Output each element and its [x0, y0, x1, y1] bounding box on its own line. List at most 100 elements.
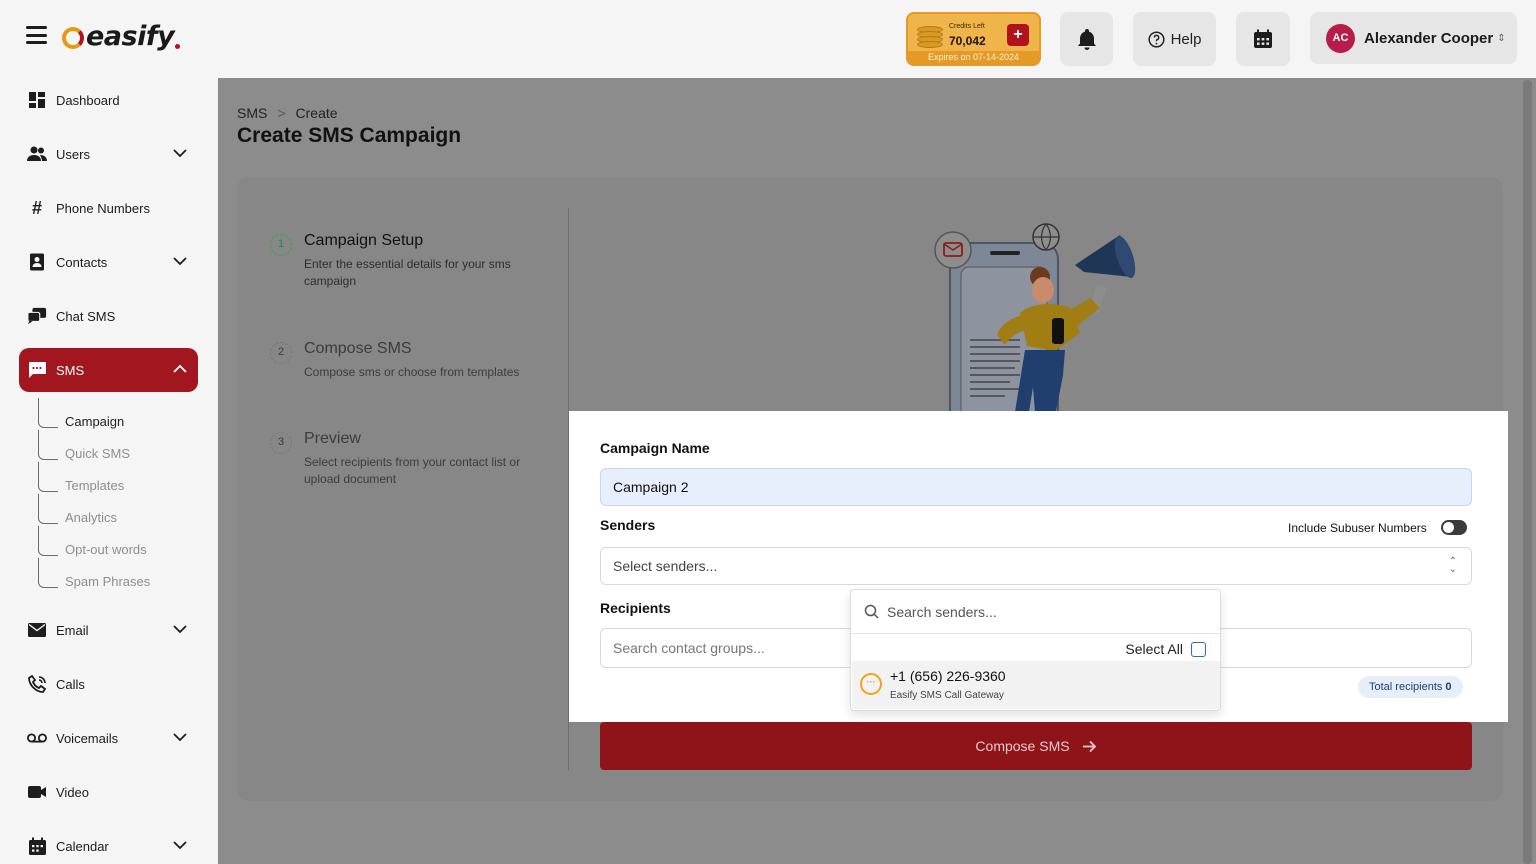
sidebar-item-label: Users: [56, 146, 90, 162]
page-scrollbar[interactable]: [1523, 80, 1532, 864]
updown-chevron-icon: ⇕: [1497, 32, 1506, 44]
search-icon: [864, 604, 879, 619]
sidebar-item-label: Email: [56, 622, 89, 638]
megaphone-illustration: [934, 223, 1136, 437]
help-button[interactable]: Help: [1133, 12, 1216, 66]
chevron-down-icon: [173, 625, 187, 634]
menu-icon[interactable]: [26, 26, 47, 44]
sidebar-item-video[interactable]: Video: [19, 770, 198, 814]
step-campaign-setup[interactable]: 1 Campaign Setup Enter the essential det…: [270, 232, 560, 290]
tree-connector: [38, 558, 58, 588]
chevron-down-icon: [173, 257, 187, 266]
tree-connector: [38, 430, 58, 460]
senders-select[interactable]: Select senders... ⌃ ⌄: [600, 547, 1472, 585]
credits-value: 70,042: [949, 34, 986, 48]
tree-connector: [38, 494, 58, 524]
senders-search-placeholder: Search senders...: [887, 603, 997, 620]
sidebar-item-dashboard[interactable]: Dashboard: [19, 78, 198, 122]
sidebar-item-voicemails[interactable]: Voicemails: [19, 716, 198, 760]
notifications-button[interactable]: [1060, 12, 1113, 66]
sidebar-item-contacts[interactable]: Contacts: [19, 240, 198, 284]
compose-sms-button[interactable]: Compose SMS: [600, 722, 1472, 770]
credits-widget[interactable]: Credits Left 70,042 + Expires on 07-14-2…: [906, 12, 1041, 66]
step-title: Campaign Setup: [304, 232, 424, 249]
add-credits-button[interactable]: +: [1007, 24, 1029, 46]
hash-icon: #: [31, 197, 42, 218]
sidebar-subitem-opt-out-words[interactable]: Opt-out words: [65, 542, 147, 557]
step-number: 3: [270, 432, 292, 454]
sidebar-item-sms[interactable]: SMS: [19, 348, 198, 392]
sender-gateway: Easify SMS Call Gateway: [890, 690, 1004, 701]
sidebar-item-label: Video: [56, 784, 90, 800]
chat-icon: [27, 306, 47, 326]
include-subuser-label: Include Subuser Numbers: [1288, 521, 1427, 535]
credits-label: Credits Left: [949, 23, 985, 30]
sidebar-item-calendar[interactable]: Calendar: [19, 824, 198, 864]
compose-sms-label: Compose SMS: [975, 738, 1070, 754]
step-description: Enter the essential details for your sms…: [304, 257, 511, 288]
select-all-checkbox[interactable]: [1191, 641, 1206, 657]
chevron-down-icon: [173, 733, 187, 742]
sidebar-item-label: SMS: [56, 362, 85, 378]
sidebar-subitem-templates[interactable]: Templates: [65, 478, 124, 493]
step-number: 1: [270, 234, 292, 256]
senders-label: Senders: [600, 517, 656, 533]
breadcrumb-create: Create: [295, 105, 338, 121]
logo-mark-icon: [62, 27, 84, 49]
step-compose-sms[interactable]: 2 Compose SMS Compose sms or choose from…: [270, 340, 560, 381]
breadcrumb: SMS > Create: [237, 105, 338, 121]
sender-option[interactable]: ··· +1 (656) 226-9360 Easify SMS Call Ga…: [852, 661, 1220, 709]
recipients-placeholder: Search contact groups...: [613, 640, 765, 656]
updown-chevron-icon: ⌃ ⌄: [1448, 556, 1457, 575]
tree-connector: [38, 462, 58, 492]
credits-expiry: Expires on 07-14-2024: [908, 51, 1039, 64]
total-recipients-badge: Total recipients 0: [1358, 676, 1463, 698]
sidebar-item-phone-numbers[interactable]: # Phone Numbers: [19, 186, 198, 230]
sidebar-item-users[interactable]: Users: [19, 132, 198, 176]
logo[interactable]: easify: [62, 18, 181, 54]
sidebar-item-label: Chat SMS: [56, 308, 116, 324]
total-recipients-label: Total recipients: [1369, 681, 1443, 693]
sidebar-subitem-quick-sms[interactable]: Quick SMS: [65, 446, 130, 461]
coins-icon: [917, 26, 945, 48]
phone-icon: [27, 674, 47, 694]
step-description: Compose sms or choose from templates: [304, 365, 520, 379]
avatar: AC: [1326, 23, 1355, 53]
senders-dropdown: Search senders... Select All ··· +1 (656…: [850, 589, 1221, 711]
logo-dot: [175, 43, 181, 49]
sidebar-item-chat-sms[interactable]: Chat SMS: [19, 294, 198, 338]
bell-icon: [1077, 29, 1096, 50]
campaign-name-input[interactable]: Campaign 2: [600, 468, 1472, 506]
sidebar-subitem-analytics[interactable]: Analytics: [65, 510, 117, 525]
sidebar-subitem-campaign[interactable]: Campaign: [65, 414, 124, 429]
email-icon: [27, 620, 47, 640]
calendar-icon: [27, 836, 47, 856]
senders-search-input[interactable]: Search senders...: [851, 590, 1220, 634]
contacts-icon: [27, 252, 47, 272]
step-title: Preview: [304, 430, 361, 447]
user-name: Alexander Cooper: [1364, 29, 1494, 47]
user-menu-button[interactable]: AC Alexander Cooper ⇕: [1310, 12, 1517, 64]
logo-text: easify: [86, 20, 175, 52]
sidebar-item-label: Calls: [56, 676, 85, 692]
sender-number: +1 (656) 226-9360: [890, 668, 1006, 684]
calendar-button[interactable]: [1236, 12, 1290, 66]
top-bar: easify Credits Left 70,042 + Expires on …: [0, 0, 1536, 78]
sidebar-item-label: Phone Numbers: [56, 200, 150, 216]
breadcrumb-sms[interactable]: SMS: [237, 105, 267, 121]
sidebar-item-label: Dashboard: [56, 92, 120, 108]
dashboard-icon: [27, 90, 47, 110]
sidebar-item-calls[interactable]: Calls: [19, 662, 198, 706]
voicemail-icon: [27, 728, 47, 748]
chevron-up-icon: [173, 364, 187, 373]
breadcrumb-separator: >: [277, 105, 286, 121]
tree-connector: [38, 398, 58, 428]
include-subuser-toggle[interactable]: [1441, 520, 1467, 535]
sidebar-subitem-spam-phrases[interactable]: Spam Phrases: [65, 574, 150, 589]
campaign-name-label: Campaign Name: [600, 440, 710, 456]
step-preview[interactable]: 3 Preview Select recipients from your co…: [270, 430, 560, 488]
sidebar-item-email[interactable]: Email: [19, 608, 198, 652]
senders-placeholder: Select senders...: [613, 558, 718, 574]
step-description: Select recipients from your contact list…: [304, 455, 521, 486]
select-all[interactable]: Select All: [1125, 641, 1206, 657]
